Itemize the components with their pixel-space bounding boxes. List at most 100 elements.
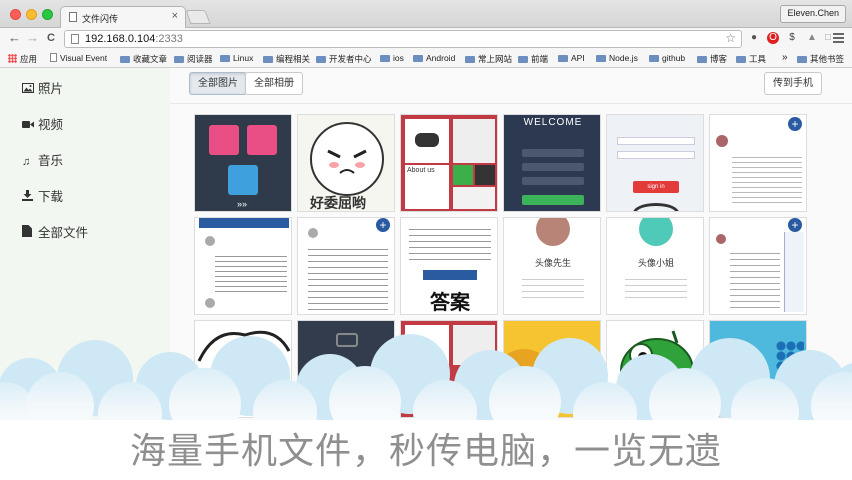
zoom-window-icon[interactable]: [42, 9, 53, 20]
folder-icon: [596, 55, 606, 62]
answer-text: 答案: [430, 292, 470, 314]
profile-button[interactable]: Eleven.Chen: [780, 5, 846, 23]
folder-icon: [649, 55, 659, 62]
sidebar-item-label: 视频: [38, 118, 64, 132]
bookmark-label: 博客: [710, 54, 728, 64]
photo-thumbnail[interactable]: »»: [194, 114, 292, 212]
bookmark-folder[interactable]: 常上网站: [465, 53, 512, 65]
bookmark-folder[interactable]: Node.js: [596, 53, 638, 63]
sidebar-item-label: 照片: [38, 82, 64, 96]
photo-thumbnail[interactable]: [503, 320, 601, 418]
opera-icon[interactable]: O: [767, 32, 779, 44]
all-albums-button[interactable]: 全部相册: [245, 72, 303, 95]
bookmark-folder[interactable]: 编程相关: [263, 53, 310, 65]
sidebar-item-downloads[interactable]: 下载: [22, 186, 63, 205]
photo-thumbnail[interactable]: 头像先生: [503, 217, 601, 315]
bookmark-folder[interactable]: Linux: [220, 53, 253, 63]
url-port: :2333: [155, 33, 183, 45]
folder-icon: [797, 56, 807, 63]
profile-name: 头像先生: [534, 258, 571, 268]
photo-thumbnail[interactable]: About us: [400, 114, 498, 212]
new-tab-button[interactable]: [185, 10, 211, 24]
send-to-phone-button[interactable]: 传到手机: [764, 72, 822, 95]
photo-thumbnail[interactable]: [194, 320, 292, 418]
extension-icon[interactable]: ▲: [806, 32, 818, 44]
bookmark-folder[interactable]: 博客: [697, 53, 727, 65]
photo-thumbnail[interactable]: [297, 320, 395, 418]
photo-thumbnail[interactable]: 好委屈哟: [297, 114, 395, 212]
menu-icon[interactable]: [833, 33, 844, 43]
sidebar-item-music[interactable]: ♫ 音乐: [22, 150, 63, 169]
bookmark-label: 其他书签: [810, 54, 845, 64]
browser-toolbar: ← → C 192.168.0.104:2333 ☆ ● O $ ▲ □: [0, 28, 852, 50]
bookmark-label: Visual Event: [60, 53, 108, 63]
photo-thumbnail[interactable]: sign in: [606, 114, 704, 212]
folder-icon: [316, 56, 326, 63]
photo-thumbnail[interactable]: [194, 217, 292, 315]
tab-close-icon[interactable]: ×: [172, 10, 178, 22]
photo-thumbnail[interactable]: 头像小姐: [606, 217, 704, 315]
login-button-preview: sign in: [633, 181, 679, 193]
folder-icon: [413, 55, 423, 62]
bookmark-folder[interactable]: github: [649, 53, 685, 63]
bookmarks-overflow-button[interactable]: »: [782, 52, 788, 63]
bookmark-folder[interactable]: 阅读器: [174, 53, 213, 65]
back-icon[interactable]: ←: [8, 30, 21, 45]
browser-tab[interactable]: 文件闪传 ×: [60, 6, 186, 29]
bookmark-folder[interactable]: Android: [413, 53, 455, 63]
bookmark-label: API: [571, 53, 585, 63]
sidebar-item-photos[interactable]: 照片: [22, 78, 63, 97]
folder-icon: [120, 56, 130, 63]
photo-thumbnail[interactable]: +: [709, 114, 807, 212]
bookmark-label: 工具: [749, 54, 767, 64]
photo-thumbnail[interactable]: [709, 320, 807, 418]
avatar: [536, 218, 570, 246]
minimize-window-icon[interactable]: [26, 9, 37, 20]
all-photos-button[interactable]: 全部图片: [189, 72, 247, 95]
folder-icon: [558, 55, 568, 62]
photo-thumbnail[interactable]: [606, 320, 704, 418]
address-url[interactable]: 192.168.0.104:2333: [85, 33, 183, 45]
bookmark-visual-event[interactable]: Visual Event: [50, 53, 107, 63]
male-restroom-icon: [209, 125, 239, 155]
folder-icon: [220, 55, 230, 62]
photo-thumbnail[interactable]: WELCOME: [503, 114, 601, 212]
folder-icon: [263, 56, 273, 63]
add-icon: +: [376, 218, 390, 232]
folder-icon: [736, 56, 746, 63]
bookmark-label: Node.js: [609, 53, 638, 63]
sidebar: 照片 视频 ♫ 音乐 下载 全部文件: [0, 68, 170, 480]
address-bar[interactable]: 192.168.0.104:2333 ☆: [64, 30, 742, 48]
sidebar-item-all-files[interactable]: 全部文件: [22, 222, 88, 241]
extension-icon[interactable]: ●: [748, 32, 760, 44]
bookmark-folder[interactable]: API: [558, 53, 585, 63]
close-window-icon[interactable]: [10, 9, 21, 20]
add-icon: +: [788, 117, 802, 131]
bookmark-folder[interactable]: 开发者中心: [316, 53, 372, 65]
photo-thumbnail[interactable]: +: [297, 217, 395, 315]
bookmark-apps[interactable]: 应用: [8, 53, 37, 65]
camera-icon: [336, 333, 358, 347]
photo-icon: [22, 83, 34, 96]
page-icon: [69, 12, 77, 22]
bookmark-folder[interactable]: 工具: [736, 53, 766, 65]
bookmark-star-icon[interactable]: ☆: [725, 31, 736, 45]
reload-icon[interactable]: C: [47, 32, 55, 44]
tagline: 海量手机文件，秒传电脑，一览无遗: [129, 431, 722, 472]
folder-icon: [697, 56, 707, 63]
extension-icon[interactable]: $: [786, 32, 798, 44]
other-bookmarks[interactable]: 其他书签: [797, 53, 844, 65]
url-host: 192.168.0.104: [85, 33, 156, 45]
bookmarks-bar: 应用 Visual Event 收藏文章 阅读器 Linux 编程相关 开发者中…: [0, 50, 852, 68]
bookmark-folder[interactable]: 前端: [518, 53, 548, 65]
photo-thumbnail[interactable]: 答案: [400, 217, 498, 315]
photo-thumbnail[interactable]: +: [709, 217, 807, 315]
bookmark-label: Linux: [233, 53, 254, 63]
bookmark-folder[interactable]: ios: [380, 53, 404, 63]
browser-chrome: 文件闪传 × Eleven.Chen ← → C 192.168.0.104:2…: [0, 0, 852, 68]
bookmark-label: 阅读器: [187, 54, 213, 64]
photo-thumbnail[interactable]: [400, 320, 498, 418]
forward-icon[interactable]: →: [26, 30, 39, 45]
sidebar-item-videos[interactable]: 视频: [22, 114, 63, 133]
bookmark-folder[interactable]: 收藏文章: [120, 53, 167, 65]
